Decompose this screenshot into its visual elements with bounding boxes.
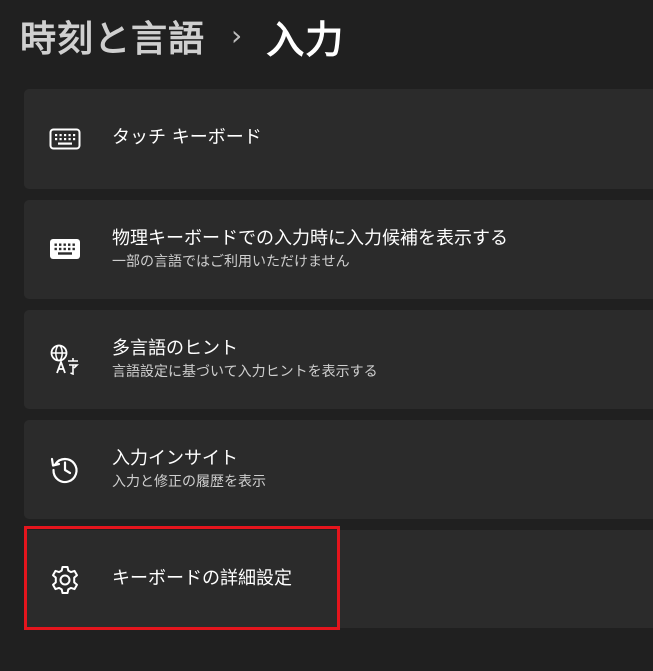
- gear-icon: [48, 563, 82, 597]
- setting-description: 入力と修正の履歴を表示: [112, 474, 266, 490]
- keyboard-outline-icon: [48, 122, 82, 156]
- breadcrumb-separator-icon: ›: [231, 18, 243, 52]
- setting-card-physical-keyboard-suggestions[interactable]: 物理キーボードでの入力時に入力候補を表示する 一部の言語ではご利用いただけません: [24, 200, 653, 299]
- setting-title: 入力インサイト: [112, 448, 238, 469]
- setting-description: 一部の言語ではご利用いただけません: [112, 254, 350, 270]
- setting-card-touch-keyboard[interactable]: タッチ キーボード: [24, 89, 653, 189]
- breadcrumb: 時刻と言語 › 入力: [20, 6, 344, 66]
- keyboard-filled-icon: [48, 232, 82, 266]
- setting-card-multilingual-hints[interactable]: 多言語のヒント 言語設定に基づいて入力ヒントを表示する: [24, 310, 653, 409]
- page-title: 入力: [266, 17, 345, 62]
- setting-title: 多言語のヒント: [112, 338, 238, 359]
- setting-card-advanced-keyboard-settings[interactable]: キーボードの詳細設定: [24, 530, 653, 628]
- language-icon: [48, 342, 82, 376]
- setting-title: タッチ キーボード: [112, 127, 262, 148]
- setting-title: キーボードの詳細設定: [112, 568, 292, 589]
- setting-title: 物理キーボードでの入力時に入力候補を表示する: [112, 228, 508, 249]
- settings-page: 時刻と言語 › 入力 タッチ キーボード 物理キーボードでの入力時に入力候補を表…: [0, 0, 653, 671]
- setting-description: 言語設定に基づいて入力ヒントを表示する: [112, 364, 378, 380]
- setting-card-typing-insights[interactable]: 入力インサイト 入力と修正の履歴を表示: [24, 420, 653, 519]
- history-icon: [48, 452, 82, 486]
- breadcrumb-parent[interactable]: 時刻と言語: [20, 10, 205, 62]
